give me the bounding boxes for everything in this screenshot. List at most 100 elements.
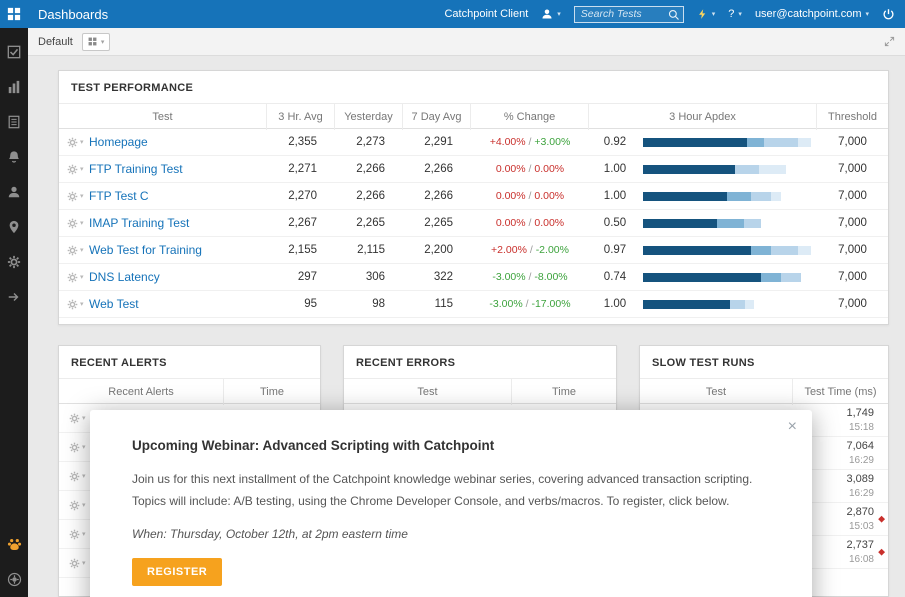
threshold-value: 7,000	[838, 271, 867, 283]
apdex-bar-segment	[760, 272, 781, 282]
apdex-bar	[643, 218, 811, 228]
apdex-bar-segment	[727, 191, 751, 201]
sidebar-expand-button[interactable]	[0, 283, 28, 311]
sidebar-item-dashboards[interactable]	[0, 0, 28, 28]
client-label: Catchpoint Client	[444, 8, 529, 20]
pct-change-value: +4.00% / +3.00%	[489, 136, 571, 148]
row-settings-button[interactable]: ▾	[69, 558, 86, 569]
test-link[interactable]: FTP Test C	[89, 189, 149, 203]
row-settings-button[interactable]: ▾	[59, 137, 89, 148]
sidebar-item-tests[interactable]	[0, 38, 28, 66]
help-menu[interactable]: ? ▾	[728, 8, 742, 20]
apdex-score: 1.00	[603, 190, 627, 202]
column-header: Test	[640, 379, 793, 405]
quick-actions-menu[interactable]: ▾	[697, 8, 715, 20]
gear-icon	[69, 558, 80, 568]
apdex-bar	[643, 191, 811, 201]
column-header: Threshold	[828, 111, 877, 123]
test-row: ▾Training DNS Test86100101+4.00% / +15.0…	[59, 318, 888, 325]
alert-diamond-icon: ◆	[878, 546, 885, 557]
sidebar-item-settings[interactable]	[0, 248, 28, 276]
apdex-bar-segment	[747, 137, 764, 147]
row-settings-button[interactable]: ▾	[59, 191, 89, 202]
test-link[interactable]: Web Test	[89, 297, 139, 311]
test-link[interactable]: Training DNS Test	[89, 324, 186, 325]
widget-title: RECENT ERRORS	[356, 357, 456, 369]
logout-button[interactable]	[882, 8, 895, 21]
row-settings-button[interactable]: ▾	[69, 500, 86, 511]
sidebar-item-users[interactable]	[0, 178, 28, 206]
row-settings-button[interactable]: ▾	[69, 529, 86, 540]
apdex-bar	[643, 164, 811, 174]
test-row: ▾ FTP Training Test 2,271 2,266 2,266 0.00% /…	[59, 156, 888, 183]
page-title: Dashboards	[38, 6, 109, 22]
test-link[interactable]: Homepage	[89, 135, 148, 149]
test-link[interactable]: FTP Training Test	[89, 162, 183, 176]
avg-7day-value: 2,266	[424, 163, 453, 175]
test-link[interactable]: DNS Latency	[89, 270, 160, 284]
fullscreen-button[interactable]	[884, 36, 895, 47]
avg-3hr-value: 297	[297, 271, 317, 283]
close-icon[interactable]: ×	[788, 419, 797, 435]
client-selector[interactable]: Catchpoint Client	[444, 8, 528, 20]
dashboard-selector-button[interactable]: ▾	[81, 32, 111, 51]
test-time-value: 2,737	[846, 538, 874, 551]
row-settings-button[interactable]: ▾	[59, 299, 89, 310]
apdex-bar-segment	[745, 299, 754, 309]
top-header: Dashboards Catchpoint Client ▾ ▾ ? ▾ use…	[28, 0, 905, 28]
register-button[interactable]: REGISTER	[132, 558, 223, 587]
apdex-score: 0.74	[603, 271, 627, 283]
sidebar-item-analytics[interactable]	[0, 73, 28, 101]
dashboard-name: Default	[38, 35, 73, 48]
apdex-score: 1.00	[603, 163, 627, 175]
user-icon	[542, 9, 552, 19]
sidebar-item-admin[interactable]	[0, 565, 28, 593]
user-icon	[8, 186, 20, 198]
avg-3hr-value: 2,155	[288, 244, 317, 256]
column-header: Time	[259, 386, 285, 398]
chevron-down-icon: ▾	[80, 301, 84, 308]
analytics-icon	[8, 80, 20, 94]
test-row: ▾ IMAP Training Test 2,267 2,265 2,265 0.00% …	[59, 210, 888, 237]
apdex-bar-segment	[770, 191, 781, 201]
dashboard-toolbar: Default ▾	[28, 28, 905, 56]
reports-icon	[8, 115, 20, 129]
row-settings-button[interactable]: ▾	[59, 272, 89, 283]
test-link[interactable]: Web Test for Training	[89, 243, 202, 257]
sidebar-item-alerts[interactable]	[0, 143, 28, 171]
search-box	[573, 5, 684, 23]
column-header: % Change	[471, 104, 589, 130]
threshold-value: 7,000	[838, 163, 867, 175]
search-icon[interactable]	[668, 9, 680, 21]
row-settings-button[interactable]: ▾	[59, 218, 89, 229]
apdex-bar-segment	[730, 299, 746, 309]
user-menu-button[interactable]: ▾	[541, 8, 561, 20]
sidebar-item-support[interactable]	[0, 530, 28, 558]
chevron-down-icon: ▾	[738, 11, 742, 18]
avg-7day-value: 2,200	[424, 244, 453, 256]
row-settings-button[interactable]: ▾	[69, 442, 86, 453]
chevron-down-icon: ▾	[80, 274, 84, 281]
webinar-modal: × Upcoming Webinar: Advanced Scripting w…	[90, 410, 812, 597]
row-settings-button[interactable]: ▾	[69, 413, 86, 424]
sidebar-item-nodes[interactable]	[0, 213, 28, 241]
apdex-bar-segment	[643, 245, 751, 255]
table-header: Test Test Time (ms)	[640, 378, 888, 405]
power-icon	[883, 8, 894, 19]
gear-icon	[69, 471, 80, 481]
avg-7day-value: 2,266	[424, 190, 453, 202]
test-link[interactable]: IMAP Training Test	[89, 216, 189, 230]
row-settings-button[interactable]: ▾	[59, 245, 89, 256]
threshold-value: 7,000	[838, 217, 867, 229]
column-header: Test	[344, 379, 512, 405]
test-row: ▾ FTP Test C 2,270 2,266 2,266 0.00% / 0.00% 1…	[59, 183, 888, 210]
gear-icon	[7, 255, 21, 269]
row-settings-button[interactable]: ▾	[59, 164, 89, 175]
account-menu[interactable]: user@catchpoint.com ▾	[755, 8, 869, 20]
row-settings-button[interactable]: ▾	[69, 471, 86, 482]
pct-change-value: -3.00% / -17.00%	[489, 298, 571, 310]
column-header: 7 Day Avg	[403, 104, 471, 130]
test-row: ▾ Web Test for Training 2,155 2,115 2,200 +2.…	[59, 237, 888, 264]
chevron-down-icon: ▾	[80, 193, 84, 200]
sidebar-item-reports[interactable]	[0, 108, 28, 136]
